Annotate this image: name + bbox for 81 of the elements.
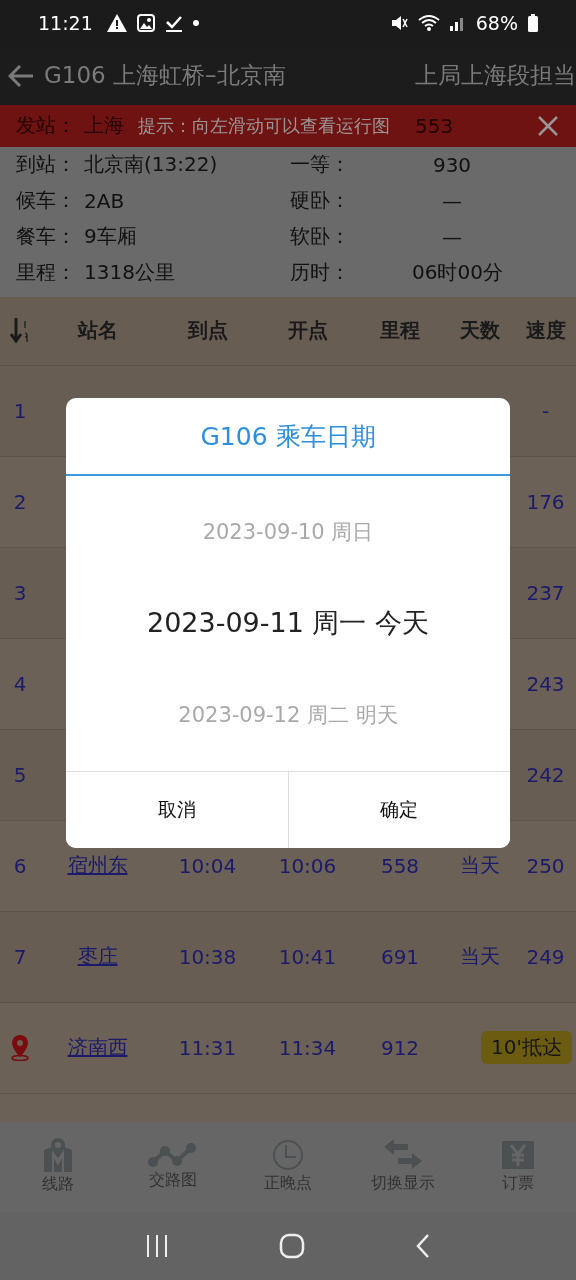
- info-value: —: [441, 188, 463, 213]
- speed-cell-text: 242: [525, 762, 566, 787]
- close-icon[interactable]: [538, 115, 558, 136]
- info-value: 1318公里: [84, 259, 176, 287]
- location-pin-icon: [10, 1034, 30, 1061]
- map-pin-icon: [41, 1138, 74, 1173]
- days-cell-text: 当天: [459, 943, 501, 971]
- column-header[interactable]: 天数: [445, 317, 515, 345]
- ticket-icon: [502, 1139, 535, 1172]
- clock-icon: [271, 1139, 304, 1172]
- arrival-time: 11:31: [177, 1035, 238, 1060]
- info-label: 发站：: [16, 112, 77, 140]
- info-label: 一等：: [290, 151, 351, 179]
- mute-icon: [391, 15, 408, 32]
- train-title: G106 上海虹桥–北京南: [44, 61, 286, 91]
- speed-cell-text: 176: [525, 489, 566, 514]
- arrival-time: 10:04: [177, 853, 238, 878]
- column-header[interactable]: 站名: [40, 317, 155, 345]
- battery-percent: 68%: [475, 12, 518, 35]
- arrival-badge: 10'抵达: [481, 1031, 572, 1065]
- info-label: 到站：: [16, 151, 77, 179]
- date-option[interactable]: 2023-09-11 周一 今天: [146, 605, 430, 642]
- departure-time: 11:34: [277, 1035, 338, 1060]
- info-label: 历时：: [290, 259, 351, 287]
- status-time: 11:21: [38, 12, 93, 35]
- wifi-icon: [417, 14, 440, 33]
- speed-cell-text: -: [540, 398, 551, 423]
- row-number: 2: [12, 489, 28, 514]
- info-value: —: [441, 224, 463, 249]
- info-label: 软卧：: [290, 223, 351, 251]
- date-option[interactable]: 2023-09-12 周二 明天: [178, 701, 398, 730]
- date-option[interactable]: 2023-09-10 周日: [202, 517, 374, 546]
- back-arrow-icon[interactable]: [8, 64, 34, 87]
- distance-cell-text: 691: [379, 944, 421, 969]
- tip-text: 提示：向左滑动可以查看运行图: [138, 113, 390, 138]
- warning-icon: [106, 14, 127, 33]
- image-icon: [136, 14, 155, 33]
- distance-cell-text: 912: [379, 1035, 421, 1060]
- column-header[interactable]: 到点: [155, 317, 260, 345]
- speed-cell-text: 243: [525, 671, 566, 696]
- info-label: 候车：: [16, 187, 77, 215]
- row-number: 7: [12, 944, 28, 969]
- arrival-time: 10:38: [177, 944, 238, 969]
- info-value: 北京南(13:22): [84, 151, 219, 179]
- info-value: 上海: [84, 112, 124, 140]
- line-graph-icon: [147, 1142, 198, 1169]
- column-header[interactable]: 里程: [355, 317, 445, 345]
- info-value: 06时00分: [412, 259, 504, 287]
- swap-arrows-icon: [384, 1139, 423, 1172]
- info-value: 2AB: [84, 188, 126, 213]
- row-number: 3: [12, 580, 28, 605]
- check-icon: [164, 14, 183, 33]
- days-cell-text: 当天: [459, 852, 501, 880]
- signal-icon: [449, 15, 466, 32]
- dialog-button[interactable]: 确定: [287, 772, 510, 848]
- depot-subtitle: 上局上海段担当: [415, 61, 576, 91]
- info-value: 553: [415, 113, 454, 138]
- column-header[interactable]: 速度: [515, 317, 576, 345]
- row-number: 4: [12, 671, 28, 696]
- departure-time: 10:41: [277, 944, 338, 969]
- dot-icon: [192, 20, 199, 27]
- station-link[interactable]: 宿州东: [40, 852, 155, 880]
- distance-cell-text: 558: [379, 853, 421, 878]
- station-link[interactable]: 枣庄: [40, 943, 155, 971]
- speed-cell-text: 249: [525, 944, 566, 969]
- station-link[interactable]: 济南西: [40, 1034, 155, 1062]
- info-label: 硬卧：: [290, 187, 351, 215]
- info-label: 餐车：: [16, 223, 77, 251]
- row-number: 5: [12, 762, 28, 787]
- row-number: 6: [12, 853, 28, 878]
- speed-cell-text: 250: [525, 853, 566, 878]
- column-header[interactable]: 开点: [260, 317, 355, 345]
- info-value: 9车厢: [84, 223, 138, 251]
- departure-time: 10:06: [277, 853, 338, 878]
- dialog-title: G106 乘车日期: [66, 398, 510, 476]
- speed-cell-text: 237: [525, 580, 566, 605]
- row-number: 1: [12, 398, 28, 423]
- info-label: 里程：: [16, 259, 77, 287]
- battery-icon: [528, 14, 538, 33]
- info-value: 930: [431, 152, 473, 177]
- sort-icon[interactable]: [10, 317, 30, 344]
